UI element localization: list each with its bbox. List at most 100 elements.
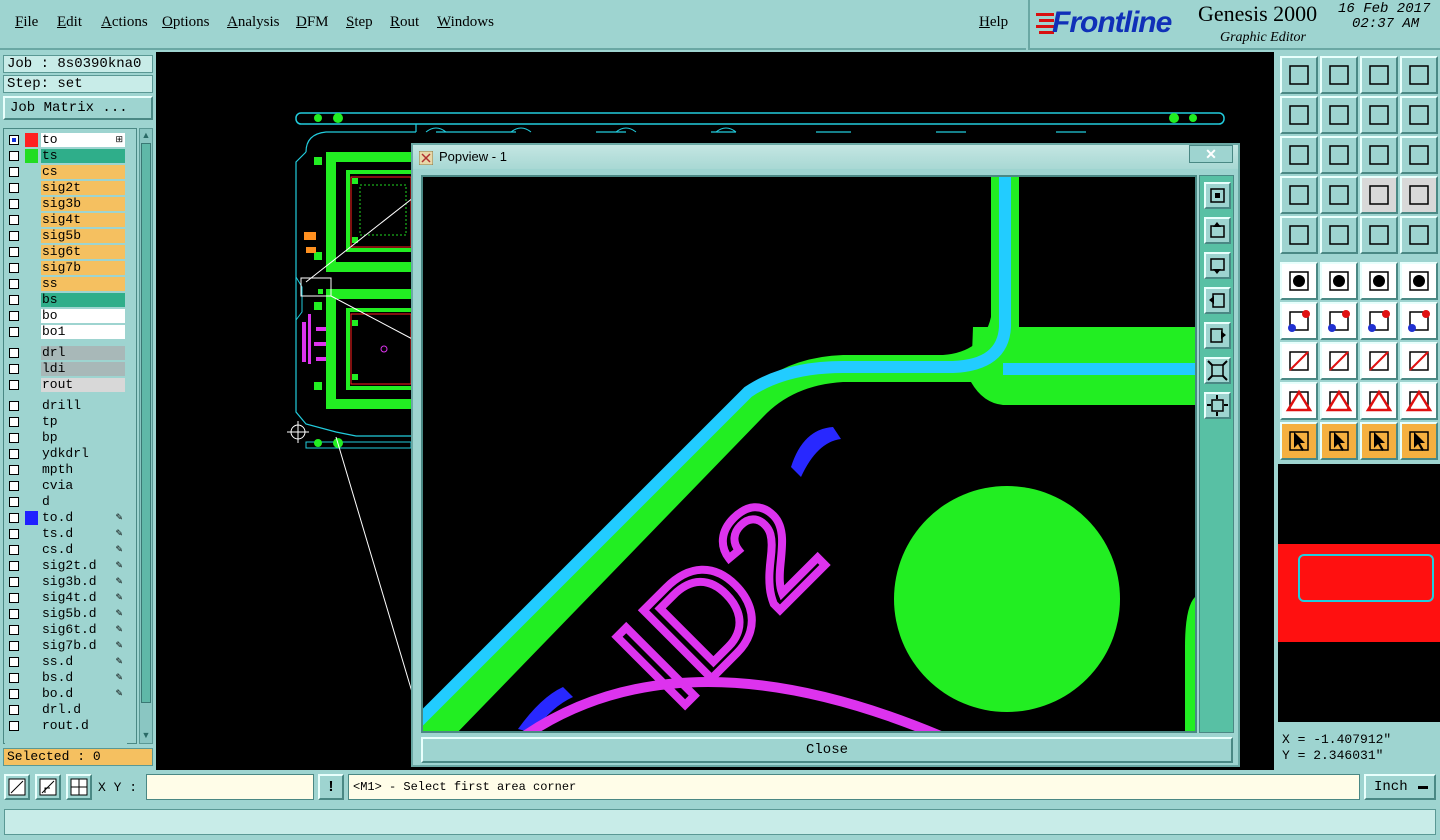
settings-icon[interactable] — [1280, 176, 1318, 214]
popview-close-icon[interactable]: ✕ — [1189, 145, 1233, 163]
layer-checkbox[interactable] — [9, 327, 19, 337]
merge-shapes-icon[interactable] — [1400, 342, 1438, 380]
triangle-red-icon[interactable] — [1360, 382, 1398, 420]
open-job-icon[interactable] — [1280, 56, 1318, 94]
layer-checkbox[interactable] — [9, 577, 19, 587]
alert-icon[interactable]: ! — [318, 774, 344, 800]
rotate-icon[interactable] — [1360, 96, 1398, 134]
popview-pan-up-icon[interactable] — [1204, 217, 1231, 244]
layer-checkbox[interactable] — [9, 657, 19, 667]
layer-checkbox[interactable] — [9, 449, 19, 459]
menu-windows[interactable]: Windows — [437, 14, 494, 31]
popview-zoom-box-icon[interactable] — [1204, 182, 1231, 209]
add-pad-icon[interactable] — [1280, 216, 1318, 254]
layer-checkbox[interactable] — [9, 364, 19, 374]
menu-options[interactable]: Options — [162, 14, 210, 31]
select-connected-icon[interactable] — [1280, 262, 1318, 300]
layer-checkbox[interactable] — [9, 401, 19, 411]
menu-analysis[interactable]: Analysis — [227, 14, 280, 31]
layer-checkbox[interactable] — [9, 545, 19, 555]
ruler-icon[interactable] — [1360, 216, 1398, 254]
layer-row-d[interactable]: d — [5, 494, 127, 510]
layer-row-sig3b[interactable]: sig3b — [5, 196, 127, 212]
scroll-down-icon[interactable]: ▼ — [141, 730, 151, 742]
menu-rout[interactable]: Rout — [390, 14, 419, 31]
layer-checkbox[interactable] — [9, 705, 19, 715]
layer-checkbox[interactable] — [9, 167, 19, 177]
layer-row-sig6t[interactable]: sig6t — [5, 244, 127, 260]
layer-checkbox[interactable] — [9, 263, 19, 273]
menu-dfm[interactable]: DFM — [296, 14, 329, 31]
layer-color-swatch[interactable] — [25, 511, 38, 525]
layer-row-drill[interactable]: drill — [5, 398, 127, 414]
layer-row-drl[interactable]: drl — [5, 345, 127, 361]
units-select[interactable]: Inch — [1364, 774, 1436, 800]
layer-row-mpth[interactable]: mpth — [5, 462, 127, 478]
layer-checkbox[interactable] — [9, 279, 19, 289]
layer-row-sig3b-d[interactable]: sig3b.d ✎ — [5, 574, 127, 590]
query-icon[interactable] — [1400, 136, 1438, 174]
job-matrix-button[interactable]: Job Matrix ... — [3, 96, 153, 120]
layer-row-tp[interactable]: tp — [5, 414, 127, 430]
layer-checkbox[interactable] — [9, 481, 19, 491]
redo-icon[interactable] — [1320, 96, 1358, 134]
layer-checkbox[interactable] — [9, 625, 19, 635]
layer-checkbox[interactable] — [9, 497, 19, 507]
popview-canvas[interactable]: ID2 — [421, 175, 1197, 733]
add-fillet-icon[interactable] — [1280, 382, 1318, 420]
layer-row-bo-d[interactable]: bo.d ✎ — [5, 686, 127, 702]
layer-checkbox[interactable] — [9, 215, 19, 225]
measure-tool-icon[interactable] — [4, 774, 30, 800]
layer-color-swatch[interactable] — [25, 149, 38, 163]
grid-snap-icon[interactable] — [66, 774, 92, 800]
layer-checkbox[interactable] — [9, 151, 19, 161]
layer-checkbox[interactable] — [9, 295, 19, 305]
layer-row-to[interactable]: to ⊞ — [5, 132, 127, 148]
resize-icon[interactable] — [1360, 342, 1398, 380]
cut-line-icon[interactable] — [1320, 342, 1358, 380]
layer-row-sig7b[interactable]: sig7b — [5, 260, 127, 276]
layer-row-cvia[interactable]: cvia — [5, 478, 127, 494]
layer-row-ts-d[interactable]: ts.d ✎ — [5, 526, 127, 542]
move-feature-icon[interactable] — [1360, 262, 1398, 300]
layer-checkbox[interactable] — [9, 231, 19, 241]
undo-icon[interactable] — [1280, 96, 1318, 134]
layer-checkbox[interactable] — [9, 721, 19, 731]
select-box-icon[interactable] — [1320, 422, 1358, 460]
popview-pan-right-icon[interactable] — [1204, 322, 1231, 349]
popview-zoom-home-icon[interactable] — [1204, 357, 1231, 384]
menu-actions[interactable]: Actions — [101, 14, 148, 31]
layer-checkbox[interactable] — [9, 609, 19, 619]
layer-checkbox[interactable] — [9, 417, 19, 427]
triangle-up-icon[interactable] — [1320, 382, 1358, 420]
layer-scrollbar[interactable]: ▲ ▼ — [139, 128, 153, 744]
layer-row-cs[interactable]: cs — [5, 164, 127, 180]
layer-checkbox[interactable] — [9, 433, 19, 443]
layer-row-bp[interactable]: bp — [5, 430, 127, 446]
layer-row-sig4t[interactable]: sig4t — [5, 212, 127, 228]
rotate-arc-icon[interactable] — [1360, 302, 1398, 340]
zoom-center-icon[interactable] — [1320, 136, 1358, 174]
layer-row-ss[interactable]: ss — [5, 276, 127, 292]
highlight-red-alt-icon[interactable] — [1400, 176, 1438, 214]
menu-step[interactable]: Step — [346, 14, 373, 31]
popview-pan-down-icon[interactable] — [1204, 252, 1231, 279]
zoom-fit-icon[interactable] — [1280, 136, 1318, 174]
text-feature-icon[interactable] — [1400, 302, 1438, 340]
window-layout-icon[interactable] — [1400, 56, 1438, 94]
layer-checkbox[interactable] — [9, 311, 19, 321]
snap-tool-icon[interactable] — [35, 774, 61, 800]
layer-checkbox[interactable] — [9, 465, 19, 475]
home-step-icon[interactable] — [1360, 56, 1398, 94]
layer-row-rout-d[interactable]: rout.d — [5, 718, 127, 734]
popview-zoom-out-icon[interactable] — [1204, 392, 1231, 419]
layer-row-ydkdrl[interactable]: ydkdrl — [5, 446, 127, 462]
add-line-icon[interactable] — [1320, 216, 1358, 254]
layer-checkbox[interactable] — [9, 561, 19, 571]
triangle-blue-icon[interactable] — [1400, 382, 1438, 420]
layer-checkbox[interactable] — [9, 348, 19, 358]
layer-row-to-d[interactable]: to.d ✎ — [5, 510, 127, 526]
layer-row-sig2t-d[interactable]: sig2t.d ✎ — [5, 558, 127, 574]
layer-checkbox[interactable] — [9, 183, 19, 193]
layer-checkbox[interactable] — [9, 513, 19, 523]
